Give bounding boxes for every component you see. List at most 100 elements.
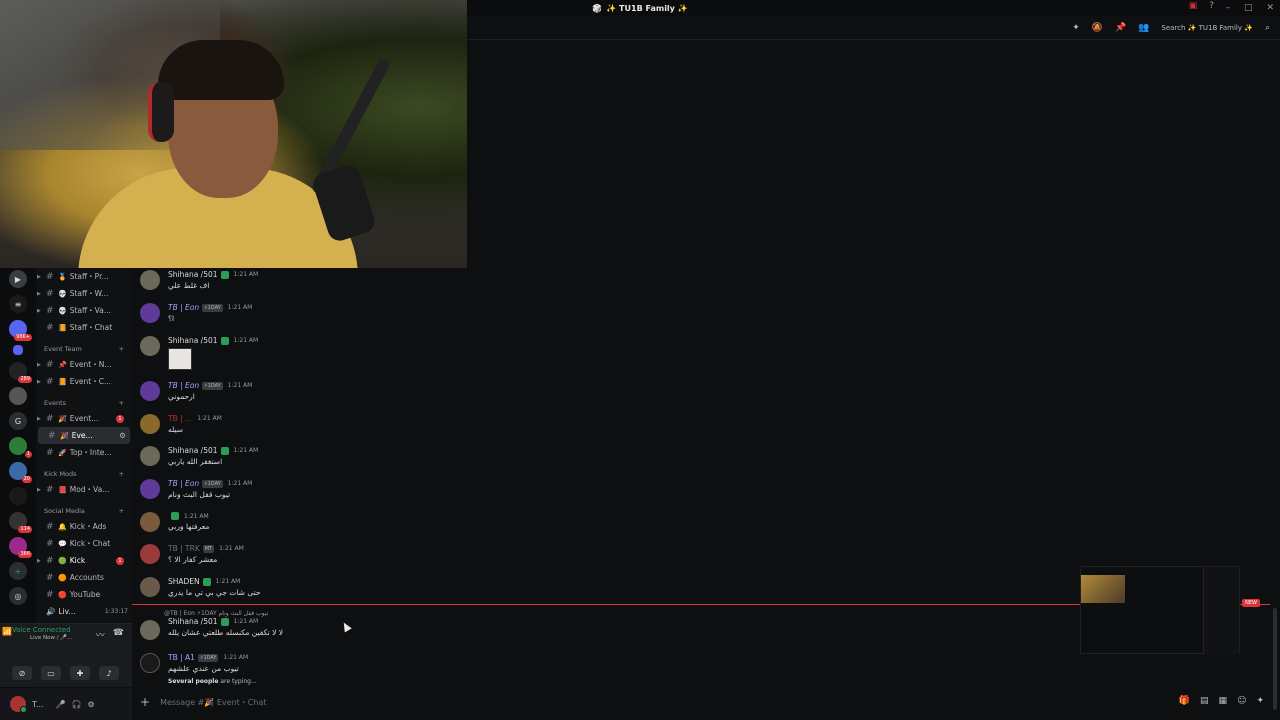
username[interactable]: T... [32, 700, 44, 709]
sticker-icon[interactable]: ▦ [1219, 696, 1228, 706]
members-icon[interactable]: 👥 [1138, 23, 1149, 33]
channel-item[interactable]: # 🔴 YouTube [36, 586, 132, 603]
avatar[interactable] [140, 336, 160, 356]
server-icon[interactable]: 114 [9, 512, 32, 533]
settings-icon[interactable]: ⚙ [119, 431, 126, 440]
message[interactable]: SHADEN 1:21 AM حتى شات جي بي تي ما يدري [140, 577, 260, 597]
soundboard-button[interactable]: ♪ [99, 666, 119, 680]
server-icon[interactable]: 366 [9, 537, 32, 558]
server-icon[interactable]: 289 [9, 362, 32, 383]
stream-preview[interactable] [1080, 566, 1240, 655]
avatar[interactable] [140, 577, 160, 597]
headphones-icon[interactable]: 🎧 [72, 700, 82, 709]
message[interactable]: TB | Eon ⚡1DAY 1:21 AM تيوب قفل البث ونام [140, 479, 252, 499]
gear-icon[interactable]: ⚙ [88, 700, 95, 709]
signal-icon: 📶 [2, 627, 12, 636]
channel-item[interactable]: ▶ # 📕 Mod・Va... [36, 481, 132, 498]
channel-item-active[interactable]: # 🎉 Eve... ⚙ [38, 427, 130, 444]
channel-item[interactable]: # 🚀 Top・Inte... [36, 444, 132, 461]
screen-share-button[interactable]: ▭ [41, 666, 61, 680]
channel-item[interactable]: ▶ # 🏅 Staff・Pr... [36, 268, 132, 285]
channel-item[interactable]: # 💬 Kick・Chat [36, 535, 132, 552]
server-icon: 🎲 [592, 3, 603, 13]
inbox-icon[interactable]: ▣ [1189, 1, 1198, 11]
maximize-icon[interactable]: □ [1244, 3, 1253, 13]
server-icon[interactable]: ▶ [9, 270, 27, 288]
message-composer[interactable]: + Message #🎉 Event・Chat 🎁 ▤ ▦ ☺ ✦ [140, 692, 1272, 712]
avatar[interactable] [140, 381, 160, 401]
emoji-icon[interactable]: ☺ [1237, 696, 1246, 706]
server-icon[interactable]: 1 [9, 437, 32, 458]
voice-buttons: ⊘ ▭ ✚ ♪ [12, 666, 119, 680]
server-icon[interactable] [9, 387, 27, 405]
reply-preview: @TB | Eon ⚡1DAY تيوب قفل البث ونام [164, 610, 269, 617]
channel-item[interactable]: # 🔔 Kick・Ads [36, 518, 132, 535]
server-icon[interactable]: ≡ [9, 295, 27, 313]
discover-icon[interactable]: ◎ [9, 587, 27, 605]
channel-item[interactable]: ▶ # 💀 Staff・W... [36, 285, 132, 302]
avatar[interactable] [140, 479, 160, 499]
message[interactable]: Shihana /501 1:21 AM [140, 336, 258, 370]
channel-item[interactable]: # 📙 Staff・Chat [36, 319, 132, 336]
channel-item[interactable]: ▶ # 💀 Staff・Va... [36, 302, 132, 319]
server-icon[interactable] [13, 345, 23, 355]
channel-item[interactable]: ▶ # 📙 Event・C... [36, 373, 132, 390]
server-icon[interactable]: 20 [9, 462, 32, 483]
avatar[interactable] [10, 696, 27, 713]
add-server-icon[interactable]: + [9, 562, 27, 580]
search-icon[interactable]: ⌕ [1265, 23, 1270, 33]
scrollbar[interactable] [1273, 40, 1278, 710]
server-icon[interactable]: 98K+ [9, 320, 32, 341]
pin-icon[interactable]: 📌 [1115, 23, 1126, 33]
mic-icon[interactable]: 🎤 [56, 700, 66, 709]
message[interactable]: TB | TRK MT 1:21 AM معشر كفار الا ؟ [140, 544, 244, 564]
avatar[interactable] [140, 512, 160, 532]
server-icon[interactable]: G [9, 412, 27, 430]
channel-item[interactable]: ▶ # 📌 Event・N... [36, 356, 132, 373]
channel-item[interactable]: ▶ # 🎉 Event... 1 [36, 410, 132, 427]
composer-icons: 🎁 ▤ ▦ ☺ ✦ [1179, 696, 1264, 706]
avatar[interactable] [140, 414, 160, 434]
gift-icon[interactable]: 🎁 [1179, 696, 1190, 706]
search-box[interactable]: Search ✨ TU1B Family ✨ [1161, 24, 1253, 32]
server-icon[interactable] [9, 487, 27, 505]
gif-icon[interactable]: ▤ [1200, 696, 1209, 706]
camera-off-button[interactable]: ⊘ [12, 666, 32, 680]
channel-item[interactable]: # 🟠 Accounts [36, 569, 132, 586]
avatar[interactable] [140, 446, 160, 466]
message-input[interactable]: Message #🎉 Event・Chat [160, 697, 266, 708]
avatar[interactable] [140, 653, 160, 673]
message[interactable]: TB | Eon ⚡1DAY 1:21 AM ا؟ [140, 303, 252, 323]
mute-icon[interactable]: 🔕 [1092, 23, 1103, 33]
disconnect-icon[interactable]: ☎ [113, 628, 124, 641]
avatar[interactable] [140, 544, 160, 564]
category-events[interactable]: Events + [36, 390, 132, 410]
message[interactable]: TB | A1 ⚡1DAY 1:21 AM تيوب من عندي علشهم [140, 653, 248, 673]
channel-item[interactable]: ▶ # 🟢 Kick 1 [36, 552, 132, 569]
threads-icon[interactable]: ✦ [1072, 23, 1080, 33]
message[interactable]: 1:21 AM معرفتها وربي [140, 512, 209, 532]
message[interactable]: TB | ... 1:21 AM سيله [140, 414, 222, 434]
avatar[interactable] [140, 620, 160, 640]
voice-channel-live[interactable]: 🔊 Liv... 1:33:17 [36, 603, 132, 620]
activities-button[interactable]: ✚ [70, 666, 90, 680]
category-event-team[interactable]: Event Team + [36, 336, 132, 356]
category-kick-mods[interactable]: Kick Mods + [36, 461, 132, 481]
help-icon[interactable]: ? [1209, 1, 1214, 11]
image-attachment[interactable] [168, 348, 192, 370]
message[interactable]: Shihana /501 1:21 AM اف غلط علي [140, 270, 258, 290]
typing-indicator: Several people are typing... [168, 678, 257, 685]
message-reply[interactable]: @TB | Eon ⚡1DAY تيوب قفل البث ونام Shiha… [140, 608, 283, 640]
voice-channel-name[interactable]: Live Now / 🎤... [30, 635, 72, 641]
headphones [148, 82, 174, 142]
close-icon[interactable]: ✕ [1266, 3, 1274, 13]
noise-suppression-icon[interactable]: 〰 [96, 628, 105, 641]
apps-icon[interactable]: ✦ [1256, 696, 1264, 706]
avatar[interactable] [140, 270, 160, 290]
avatar[interactable] [140, 303, 160, 323]
add-attachment-icon[interactable]: + [140, 695, 150, 709]
message[interactable]: TB | Eon ⚡1DAY 1:21 AM ارحموني [140, 381, 252, 401]
minimize-icon[interactable]: – [1225, 3, 1230, 13]
message[interactable]: Shihana /501 1:21 AM استغفر الله ياربي [140, 446, 258, 466]
category-social-media[interactable]: Social Media + [36, 498, 132, 518]
